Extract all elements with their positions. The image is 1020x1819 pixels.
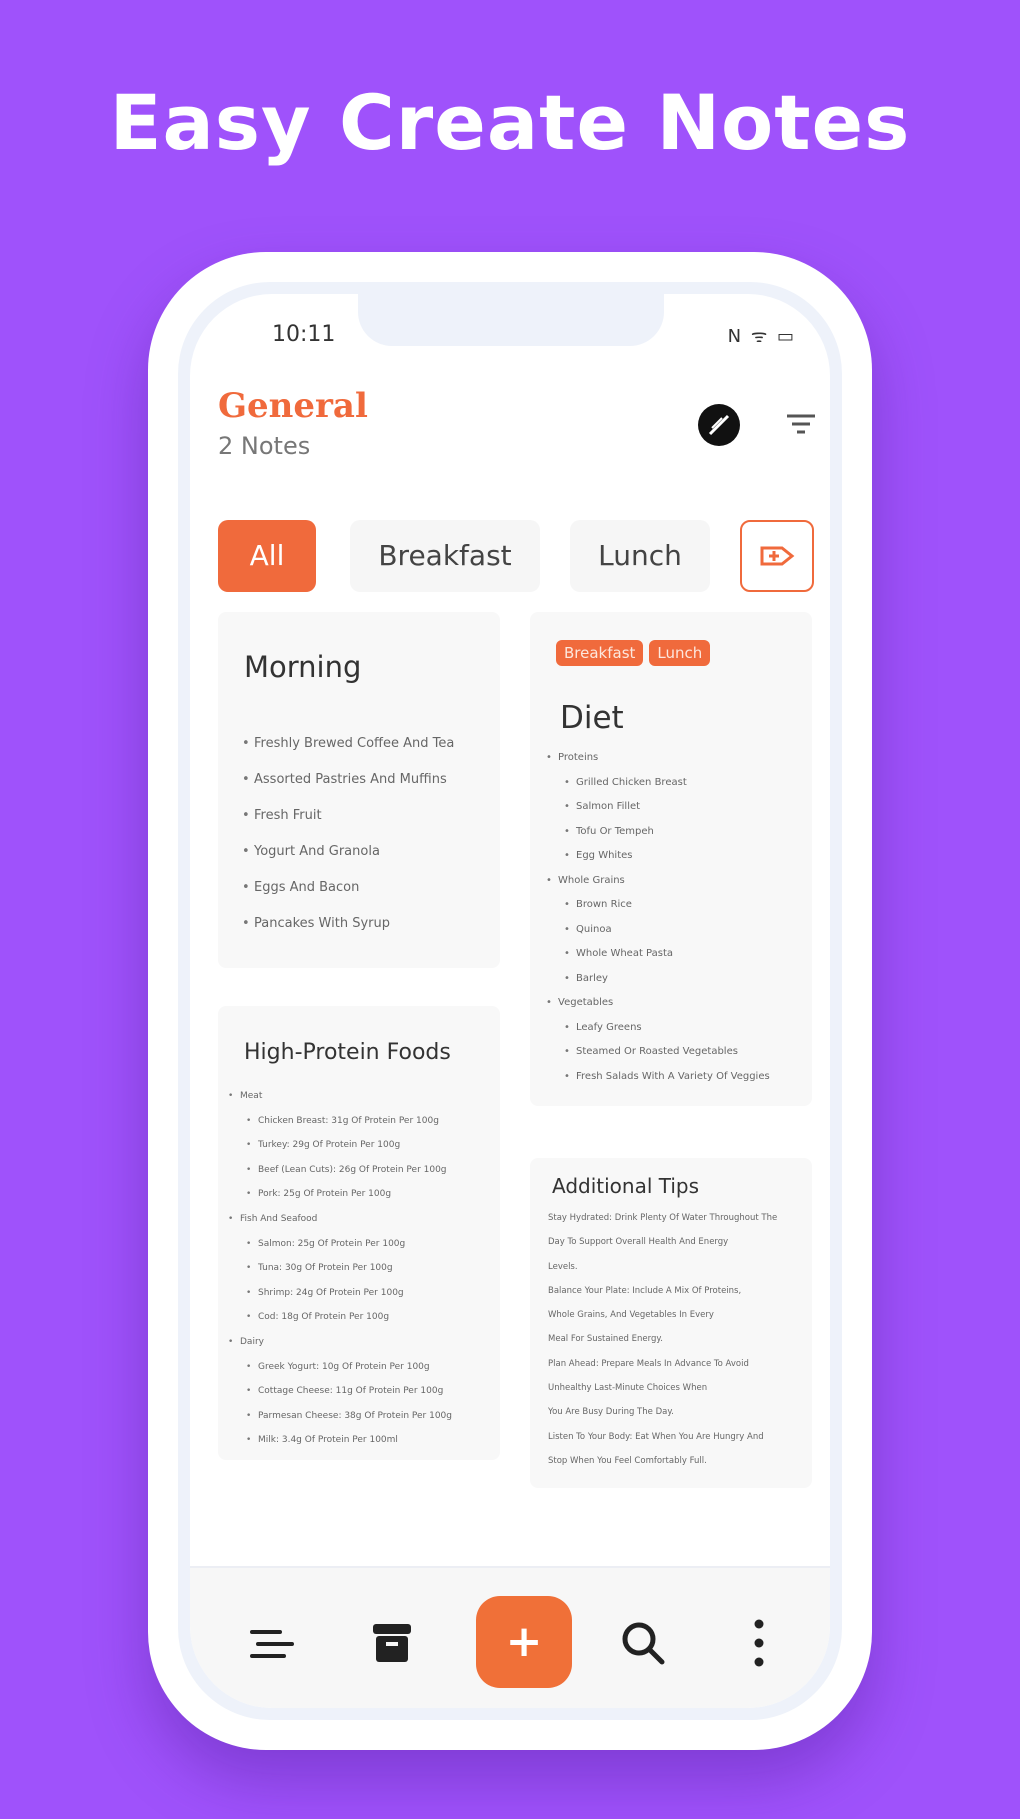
list-item: Dairy xyxy=(228,1330,452,1355)
headline: Easy Create Notes xyxy=(109,78,911,167)
menu-icon[interactable] xyxy=(250,1626,294,1666)
tag-lunch: Lunch xyxy=(649,640,711,666)
list-item: Parmesan Cheese: 38g Of Protein Per 100g xyxy=(246,1404,452,1429)
page-title: General xyxy=(218,386,368,426)
add-category-button[interactable] xyxy=(740,520,814,592)
phone-notch xyxy=(358,294,664,346)
archive-icon[interactable] xyxy=(372,1622,412,1664)
chip-all[interactable]: All xyxy=(218,520,316,592)
add-category-icon xyxy=(760,546,795,566)
list-item: Unhealthy Last-Minute Choices When xyxy=(548,1383,708,1394)
list-item: Whole Grains xyxy=(546,869,770,894)
list-item: Shrimp: 24g Of Protein Per 100g xyxy=(246,1281,452,1306)
theme-icon[interactable] xyxy=(696,402,742,448)
list-item: Stay Hydrated: Drink Plenty Of Water Thr… xyxy=(548,1213,778,1223)
list-item: Tuna: 30g Of Protein Per 100g xyxy=(246,1256,452,1281)
list-item: Meal For Sustained Energy. xyxy=(548,1334,663,1345)
list-item: Listen To Your Body: Eat When You Are Hu… xyxy=(548,1431,764,1442)
list-item: Greek Yogurt: 10g Of Protein Per 100g xyxy=(246,1355,452,1380)
list-item: Balance Your Plate: Include A Mix Of Pro… xyxy=(548,1285,742,1296)
list-item: Cottage Cheese: 11g Of Protein Per 100g xyxy=(246,1379,452,1404)
list-item: Fish And Seafood xyxy=(228,1207,452,1232)
note-title: Diet xyxy=(560,700,624,736)
note-card-morning[interactable]: Morning Freshly Brewed Coffee And TeaAss… xyxy=(218,612,500,968)
note-items: MeatChicken Breast: 31g Of Protein Per 1… xyxy=(228,1084,452,1453)
list-item: Fresh Salads With A Variety Of Veggies xyxy=(564,1065,770,1090)
list-item: Plan Ahead: Prepare Meals In Advance To … xyxy=(548,1358,749,1369)
more-vert-icon[interactable] xyxy=(752,1618,766,1668)
list-item: Leafy Greens xyxy=(564,1016,770,1041)
list-item: Salmon Fillet xyxy=(564,795,770,820)
list-item: Cod: 18g Of Protein Per 100g xyxy=(246,1305,452,1330)
list-item: Barley xyxy=(564,967,770,992)
list-item: Grilled Chicken Breast xyxy=(564,771,770,796)
list-item: Eggs And Bacon xyxy=(242,870,454,906)
note-title: Additional Tips xyxy=(552,1174,700,1198)
list-item: Egg Whites xyxy=(564,844,770,869)
search-icon[interactable] xyxy=(620,1620,666,1666)
list-item: Turkey: 29g Of Protein Per 100g xyxy=(246,1133,452,1158)
phone-frame: 10:11 N ᯤ ▭ General 2 Notes All Breakfas… xyxy=(148,252,872,1750)
note-title: High-Protein Foods xyxy=(244,1040,451,1065)
note-items: ProteinsGrilled Chicken BreastSalmon Fil… xyxy=(546,746,770,1090)
list-item: Chicken Breast: 31g Of Protein Per 100g xyxy=(246,1109,452,1134)
status-icons: N ᯤ ▭ xyxy=(727,326,796,347)
list-item: Steamed Or Roasted Vegetables xyxy=(564,1040,770,1065)
list-item: Levels. xyxy=(548,1261,578,1272)
note-title: Morning xyxy=(244,650,362,684)
chip-lunch[interactable]: Lunch xyxy=(570,520,710,592)
list-item: Quinoa xyxy=(564,918,770,943)
note-tags: Breakfast Lunch xyxy=(556,640,716,666)
chip-breakfast[interactable]: Breakfast xyxy=(350,520,540,592)
filter-icon[interactable] xyxy=(784,408,818,442)
list-item: Salmon: 25g Of Protein Per 100g xyxy=(246,1232,452,1257)
note-text: Stay Hydrated: Drink Plenty Of Water Thr… xyxy=(548,1206,777,1473)
list-item: Pork: 25g Of Protein Per 100g xyxy=(246,1182,452,1207)
notes-count: 2 Notes xyxy=(218,432,311,460)
list-item: Day To Support Overall Health And Energy xyxy=(548,1237,729,1248)
list-item: You Are Busy During The Day. xyxy=(548,1407,674,1418)
list-item: Assorted Pastries And Muffins xyxy=(242,762,454,798)
list-item: Fresh Fruit xyxy=(242,798,454,834)
bottom-navigation: + xyxy=(190,1566,830,1708)
list-item: Freshly Brewed Coffee And Tea xyxy=(242,726,454,762)
note-card-diet[interactable]: BreakfastLunch Diet ProteinsGrilled Chic… xyxy=(530,612,812,1106)
list-item: Vegetables xyxy=(546,991,770,1016)
list-item: Pancakes With Syrup xyxy=(242,906,454,942)
phone-screen-bezel: 10:11 N ᯤ ▭ General 2 Notes All Breakfas… xyxy=(178,282,842,1720)
list-item: Milk: 3.4g Of Protein Per 100ml xyxy=(246,1428,452,1453)
list-item: Stop When You Feel Comfortably Full. xyxy=(548,1455,707,1466)
list-item: Whole Wheat Pasta xyxy=(564,942,770,967)
app-screen: 10:11 N ᯤ ▭ General 2 Notes All Breakfas… xyxy=(190,294,830,1708)
tag-breakfast: Breakfast xyxy=(556,640,644,666)
note-card-protein[interactable]: High-Protein Foods MeatChicken Breast: 3… xyxy=(218,1006,500,1460)
list-item: Whole Grains, And Vegetables In Every xyxy=(548,1310,714,1321)
list-item: Yogurt And Granola xyxy=(242,834,454,870)
list-item: Brown Rice xyxy=(564,893,770,918)
list-item: Beef (Lean Cuts): 26g Of Protein Per 100… xyxy=(246,1158,452,1183)
list-item: Tofu Or Tempeh xyxy=(564,820,770,845)
list-item: Proteins xyxy=(546,746,770,771)
add-note-button[interactable]: + xyxy=(476,1596,572,1688)
note-card-tips[interactable]: Additional Tips Stay Hydrated: Drink Ple… xyxy=(530,1158,812,1488)
note-items: Freshly Brewed Coffee And TeaAssorted Pa… xyxy=(242,726,454,942)
status-time: 10:11 xyxy=(272,322,336,347)
list-item: Meat xyxy=(228,1084,452,1109)
